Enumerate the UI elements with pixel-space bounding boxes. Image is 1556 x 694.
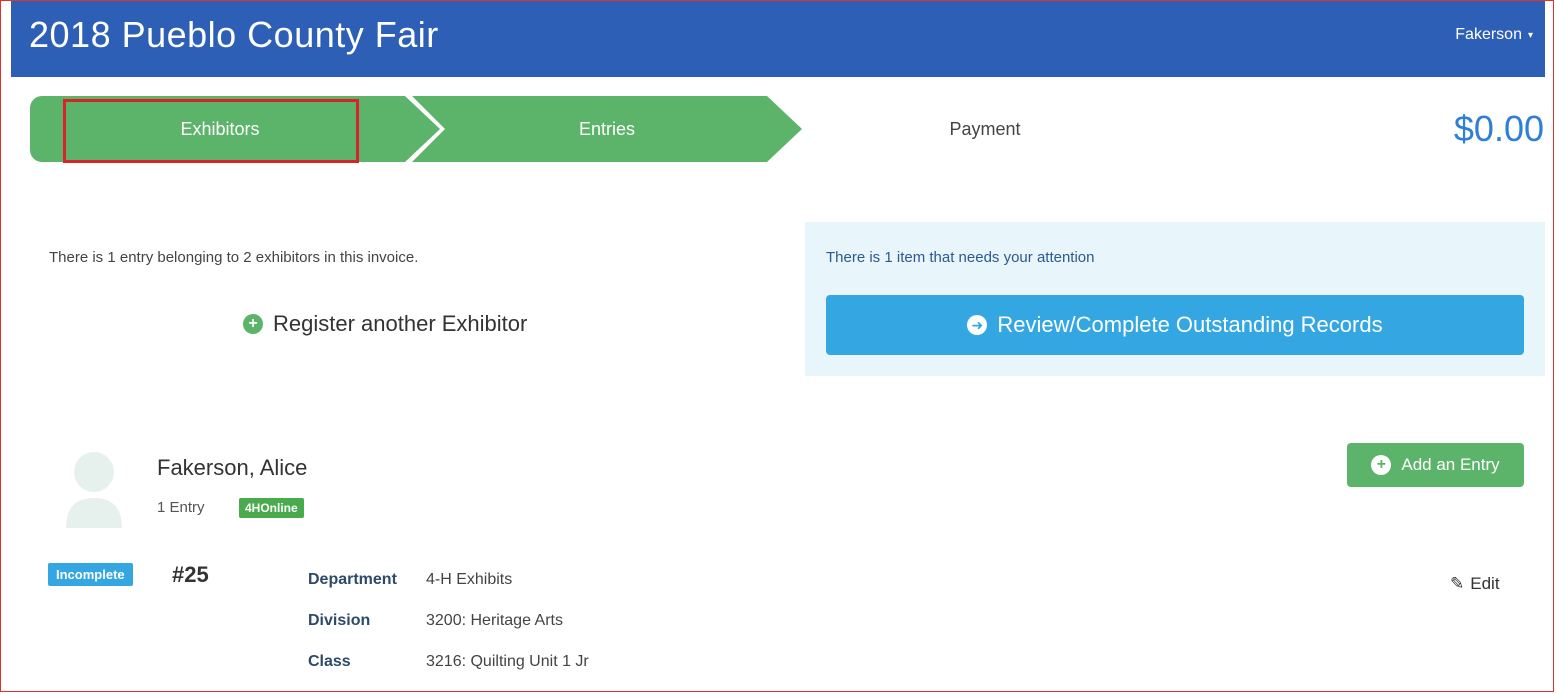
progress-steps: Exhibitors Entries Payment bbox=[30, 96, 1030, 162]
review-records-label: Review/Complete Outstanding Records bbox=[997, 312, 1383, 337]
entry-count: 1 Entry bbox=[157, 499, 205, 516]
caret-down-icon: ▾ bbox=[1527, 29, 1533, 41]
plus-circle-icon: + bbox=[243, 314, 263, 334]
entry-number: #25 bbox=[172, 562, 209, 587]
source-badge: 4HOnline bbox=[239, 498, 304, 518]
invoice-total: $0.00 bbox=[1453, 108, 1544, 149]
step-label: Payment bbox=[949, 118, 1021, 139]
step-payment[interactable]: Payment bbox=[800, 96, 1170, 162]
top-navbar: 2018 Pueblo County Fair Fakerson ▾ bbox=[11, 0, 1545, 77]
step-label: Entries bbox=[578, 118, 636, 139]
pencil-icon: ✎ bbox=[1450, 574, 1465, 593]
division-label: Division bbox=[308, 612, 371, 629]
edit-label: Edit bbox=[1470, 574, 1500, 593]
division-value: 3200: Heritage Arts bbox=[426, 612, 563, 629]
invoice-summary: There is 1 entry belonging to 2 exhibito… bbox=[49, 249, 419, 266]
register-exhibitor-link[interactable]: + Register another Exhibitor bbox=[243, 311, 527, 337]
app-title: 2018 Pueblo County Fair bbox=[29, 14, 439, 55]
class-label: Class bbox=[308, 653, 351, 670]
review-records-button[interactable]: ➜ Review/Complete Outstanding Records bbox=[826, 295, 1524, 355]
exhibitor-name: Fakerson, Alice bbox=[157, 455, 308, 480]
edit-entry-link[interactable]: ✎ Edit bbox=[1450, 574, 1500, 594]
class-value: 3216: Quilting Unit 1 Jr bbox=[426, 653, 589, 670]
user-menu[interactable]: Fakerson ▾ bbox=[1455, 26, 1533, 44]
department-value: 4-H Exhibits bbox=[426, 571, 513, 588]
department-label: Department bbox=[308, 571, 397, 588]
attention-panel: There is 1 item that needs your attentio… bbox=[805, 222, 1545, 376]
step-exhibitors[interactable]: Exhibitors bbox=[30, 96, 440, 162]
plus-circle-icon: + bbox=[1371, 455, 1392, 475]
register-exhibitor-label: Register another Exhibitor bbox=[273, 311, 528, 336]
add-entry-button[interactable]: + Add an Entry bbox=[1347, 443, 1524, 487]
add-entry-label: Add an Entry bbox=[1401, 455, 1500, 474]
step-entries[interactable]: Entries bbox=[412, 96, 802, 162]
attention-message: There is 1 item that needs your attentio… bbox=[826, 249, 1095, 266]
avatar-icon bbox=[66, 452, 122, 528]
arrow-right-circle-icon: ➜ bbox=[967, 315, 988, 335]
step-label: Exhibitors bbox=[180, 118, 260, 139]
user-name: Fakerson bbox=[1455, 26, 1522, 43]
status-badge: Incomplete bbox=[48, 563, 133, 586]
